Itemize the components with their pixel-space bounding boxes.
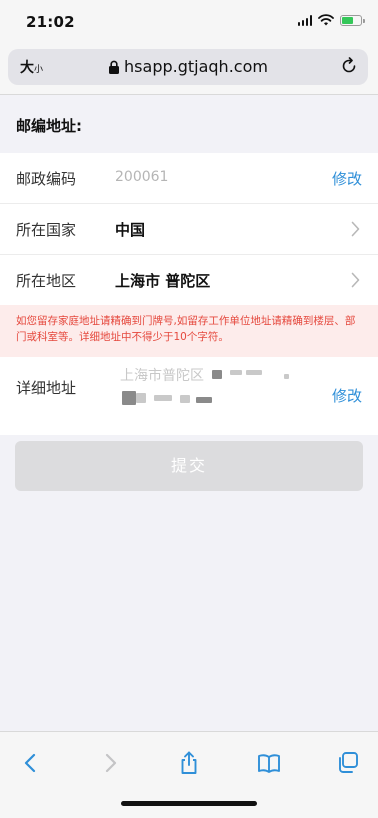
browser-chrome: 大小 hsapp.gtjaqh.com <box>0 44 378 95</box>
page: 21:02 大小 hsapp.gtjaqh.com 邮编地址: 邮政编码 200… <box>0 0 378 818</box>
url-field[interactable]: hsapp.gtjaqh.com <box>8 57 368 76</box>
address-bar[interactable]: 大小 hsapp.gtjaqh.com <box>8 49 368 85</box>
detail-address-label: 详细地址 <box>16 379 77 397</box>
detail-address-edit-button[interactable]: 修改 <box>332 385 362 406</box>
share-icon[interactable] <box>176 750 202 776</box>
postal-code-value: 200061 <box>115 169 169 185</box>
lock-icon <box>109 60 120 74</box>
home-indicator <box>121 801 257 806</box>
url-text: hsapp.gtjaqh.com <box>124 57 268 76</box>
form-content: 邮编地址: 邮政编码 200061 修改 所在国家 中国 所在地区 上海市 普陀… <box>0 95 378 435</box>
status-icons <box>297 14 365 26</box>
redacted-text <box>212 370 222 379</box>
chevron-right-icon <box>351 221 360 237</box>
postal-code-label: 邮政编码 <box>16 170 77 188</box>
reload-icon[interactable] <box>340 57 358 75</box>
postal-code-edit-button[interactable]: 修改 <box>332 168 362 189</box>
country-value: 中国 <box>115 221 146 239</box>
back-icon[interactable] <box>18 750 44 776</box>
region-row[interactable]: 所在地区 上海市 普陀区 <box>0 255 378 305</box>
redacted-text <box>122 391 136 405</box>
status-time: 21:02 <box>26 13 75 31</box>
redacted-text <box>246 370 262 375</box>
bookmarks-icon[interactable] <box>256 750 282 776</box>
redacted-text <box>196 397 212 403</box>
redacted-text <box>136 393 146 403</box>
section-title: 邮编地址: <box>0 95 378 153</box>
signal-icon <box>297 14 312 26</box>
battery-icon <box>340 14 365 26</box>
country-label: 所在国家 <box>16 221 77 239</box>
detail-address-input[interactable]: 上海市普陀区 <box>120 365 300 385</box>
submit-button[interactable]: 提交 <box>15 441 363 491</box>
redacted-text <box>230 370 242 375</box>
wifi-icon <box>318 14 334 26</box>
chevron-right-icon <box>351 272 360 288</box>
region-label: 所在地区 <box>16 272 77 290</box>
forward-icon[interactable] <box>97 750 123 776</box>
address-warning: 如您留存家庭地址请精确到门牌号,如留存工作单位地址请精确到楼层、部门或科室等。详… <box>0 305 378 357</box>
detail-address-row: 详细地址 上海市普陀区 修改 <box>0 357 378 435</box>
postal-code-row: 邮政编码 200061 修改 <box>0 153 378 204</box>
status-bar: 21:02 <box>0 0 378 44</box>
detail-address-value: 上海市普陀区 <box>120 368 204 384</box>
redacted-text <box>180 395 190 403</box>
tabs-icon[interactable] <box>335 750 361 776</box>
redacted-text <box>284 374 289 379</box>
region-value: 上海市 普陀区 <box>115 272 211 290</box>
country-row[interactable]: 所在国家 中国 <box>0 204 378 255</box>
redacted-text <box>154 395 172 401</box>
